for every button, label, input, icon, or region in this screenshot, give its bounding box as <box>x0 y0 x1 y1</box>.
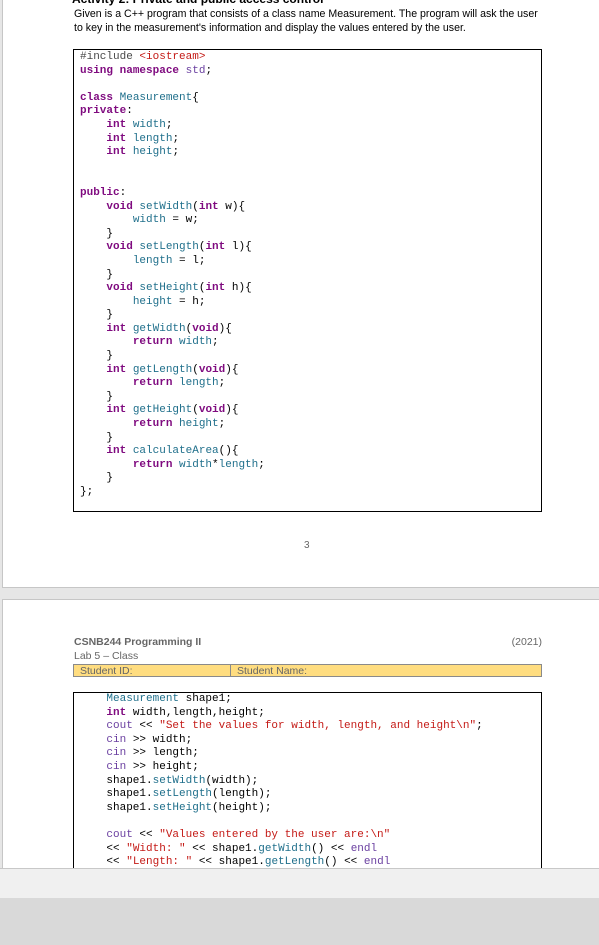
page-number: 3 <box>304 540 310 551</box>
course-year: (2021) <box>511 636 542 648</box>
code-listing-class-definition: #include <iostream> using namespace std;… <box>73 49 542 512</box>
activity-heading: Activity 2: Private and public access co… <box>72 0 323 6</box>
viewer-background <box>0 898 599 945</box>
activity-intro-text: Given is a C++ program that consists of … <box>74 8 538 34</box>
course-title: CSNB244 Programming II <box>74 636 202 648</box>
student-name-label: Student Name: <box>237 665 308 677</box>
code-text: Measurement shape1; int width,length,hei… <box>106 693 483 869</box>
code-listing-main-function: Measurement shape1; int width,length,hei… <box>73 692 542 892</box>
code-text: #include <iostream> using namespace std;… <box>80 51 265 498</box>
student-id-label: Student ID: <box>74 665 231 677</box>
status-band <box>0 868 599 899</box>
lab-title: Lab 5 – Class <box>74 650 139 662</box>
student-info-bar: Student ID: Student Name: <box>73 664 542 677</box>
